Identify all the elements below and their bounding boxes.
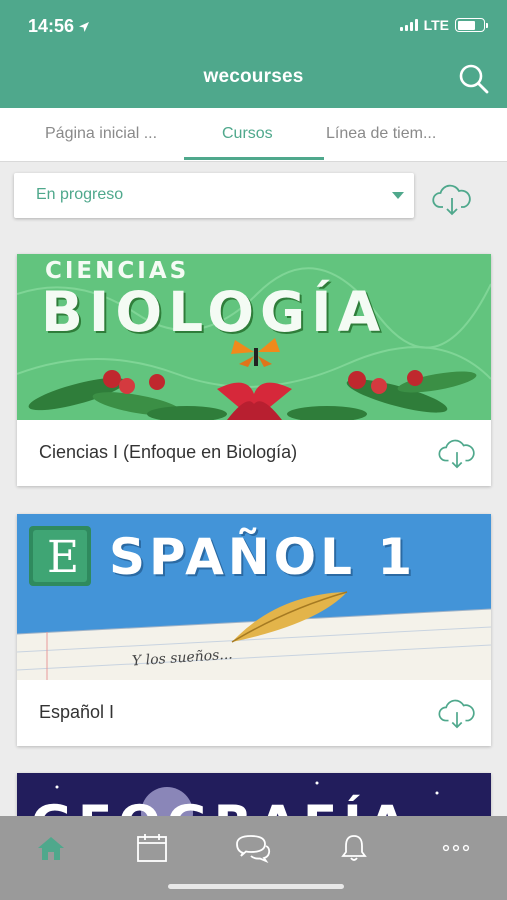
course-banner-spanish: E SPAÑOL 1 Y los sueños... — [17, 514, 491, 680]
spanish-banner-main-text: SPAÑOL 1 — [109, 528, 417, 586]
nav-messages[interactable] — [231, 826, 275, 870]
search-icon[interactable] — [457, 62, 491, 96]
tab-timeline[interactable]: Línea de tiem... — [326, 108, 436, 162]
network-label: LTE — [423, 17, 449, 33]
course-card-footer: Ciencias I (Enfoque en Biología) — [17, 420, 491, 486]
course-title[interactable]: Español I — [39, 702, 114, 723]
status-time: 14:56 — [28, 16, 90, 37]
home-indicator[interactable] — [168, 884, 344, 889]
nav-home[interactable] — [29, 826, 73, 870]
dropdown-caret-icon — [392, 192, 404, 199]
course-title[interactable]: Ciencias I (Enfoque en Biología) — [39, 442, 297, 463]
battery-icon — [455, 18, 488, 32]
chat-icon — [236, 835, 271, 863]
active-tab-indicator — [184, 157, 324, 160]
cloud-download-icon[interactable] — [432, 183, 472, 217]
status-indicators: LTE — [399, 17, 488, 33]
tab-courses[interactable]: Cursos — [222, 108, 273, 162]
course-card-footer: Español I — [17, 680, 491, 746]
course-card-geography[interactable]: GEOGRAFÍA — [17, 773, 491, 816]
cloud-download-icon[interactable] — [438, 438, 476, 470]
more-icon — [442, 844, 470, 852]
app-header: 14:56 LTE wecourses — [0, 0, 507, 108]
course-card-biology[interactable]: CIENCIAS BIOLOGÍA Ciencias I (Enfoque en… — [17, 254, 491, 486]
home-icon — [38, 837, 64, 860]
tab-home-page[interactable]: Página inicial ... — [45, 108, 157, 162]
app-title: wecourses — [203, 66, 304, 87]
clock-text: 14:56 — [28, 16, 75, 36]
nav-calendar[interactable] — [130, 826, 174, 870]
location-arrow-icon — [79, 21, 90, 32]
cloud-download-icon[interactable] — [438, 698, 476, 730]
nav-notifications[interactable] — [332, 826, 376, 870]
course-card-spanish[interactable]: E SPAÑOL 1 Y los sueños... Español I — [17, 514, 491, 746]
filter-selected-value: En progreso — [36, 186, 124, 203]
calendar-icon — [137, 834, 167, 862]
tab-bar: Página inicial ... Cursos Línea de tiem.… — [0, 108, 507, 162]
geography-banner-main-text: GEOGRAFÍA — [31, 795, 412, 816]
bell-icon — [341, 835, 367, 861]
status-bar: 14:56 LTE — [0, 0, 507, 52]
progress-filter-select[interactable]: En progreso — [14, 173, 414, 218]
course-banner-geography: GEOGRAFÍA — [17, 773, 491, 816]
course-banner-biology: CIENCIAS BIOLOGÍA — [17, 254, 491, 420]
nav-more[interactable] — [434, 826, 478, 870]
biology-banner-main-text: BIOLOGÍA — [41, 280, 387, 344]
spanish-banner-badge: E — [47, 532, 80, 583]
signal-icon — [399, 19, 418, 31]
